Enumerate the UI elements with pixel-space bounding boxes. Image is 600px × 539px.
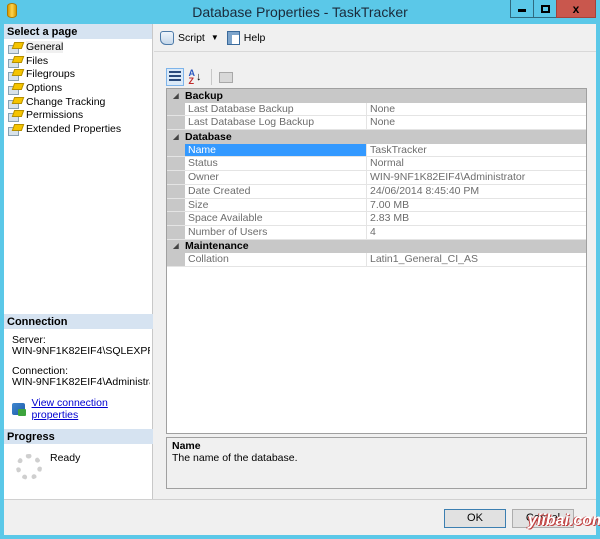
property-row[interactable]: Space Available 2.83 MB <box>167 212 586 226</box>
dialog-client: Select a page General Files Filegroups O… <box>4 24 596 535</box>
toolbar: Script ▼ Help <box>154 24 596 52</box>
categorized-icon <box>169 71 181 83</box>
property-row-selected[interactable]: Name TaskTracker <box>167 143 586 158</box>
script-dropdown-arrow-icon[interactable]: ▼ <box>211 33 219 42</box>
maximize-button[interactable] <box>533 0 557 18</box>
description-text: The name of the database. <box>172 452 298 464</box>
progress-header: Progress <box>4 429 153 444</box>
category-row-database[interactable]: ◢ Database <box>167 130 586 144</box>
property-row[interactable]: Collation Latin1_General_CI_AS <box>167 253 586 267</box>
ok-button[interactable]: OK <box>444 509 506 528</box>
dialog-footer: OK Cancel <box>4 499 596 535</box>
page-icon <box>8 124 21 136</box>
page-item-files[interactable]: Files <box>4 54 152 68</box>
property-row[interactable]: Size 7.00 MB <box>167 198 586 213</box>
sort-alphabetical-icon: AZ <box>188 68 196 86</box>
server-value: WIN-9NF1K82EIF4\SQLEXPRES <box>12 346 150 357</box>
page-item-options[interactable]: Options <box>4 81 152 95</box>
collapse-icon[interactable]: ◢ <box>167 92 185 100</box>
script-icon <box>160 30 174 45</box>
property-row[interactable]: Date Created 24/06/2014 8:45:40 PM <box>167 184 586 199</box>
watermark: yiibai.com <box>528 512 600 529</box>
collapse-icon[interactable]: ◢ <box>167 133 185 141</box>
close-button[interactable]: x <box>556 0 596 18</box>
page-icon <box>8 56 21 68</box>
right-panel: Script ▼ Help A Z ↓ ◢ Backup Last Database … <box>154 24 596 499</box>
property-row[interactable]: Last Database Log Backup None <box>167 116 586 131</box>
help-button[interactable]: Help <box>226 30 265 45</box>
category-row-maintenance[interactable]: ◢ Maintenance <box>167 239 586 254</box>
page-item-extended-properties[interactable]: Extended Properties <box>4 122 152 136</box>
page-icon <box>8 42 21 54</box>
minimize-icon <box>518 9 526 12</box>
property-row[interactable]: Owner WIN-9NF1K82EIF4\Administrator <box>167 171 586 185</box>
connection-label: Connection: <box>12 366 69 377</box>
page-list: General Files Filegroups Options Change … <box>4 39 152 136</box>
view-connection-properties-link[interactable]: View connection properties <box>32 397 153 421</box>
connection-value: WIN-9NF1K82EIF4\Administrator <box>12 377 150 388</box>
categorized-button[interactable] <box>166 68 184 86</box>
collapse-icon[interactable]: ◢ <box>167 242 185 250</box>
progress-section: Progress Ready <box>4 429 153 480</box>
server-label: Server: <box>12 335 46 346</box>
page-icon <box>8 97 21 109</box>
title-bar: Database Properties - TaskTracker x <box>0 0 600 24</box>
connection-section: Connection Server: WIN-9NF1K82EIF4\SQLEX… <box>4 314 153 421</box>
property-pages-icon <box>219 71 233 83</box>
left-panel: Select a page General Files Filegroups O… <box>4 24 153 499</box>
page-item-permissions[interactable]: Permissions <box>4 108 152 123</box>
property-row[interactable]: Number of Users 4 <box>167 225 586 240</box>
alphabetical-button[interactable]: A Z ↓ <box>186 68 204 86</box>
property-pages-button[interactable] <box>217 68 235 86</box>
connection-properties-icon <box>12 403 26 416</box>
script-button[interactable]: Script <box>160 30 205 45</box>
property-grid-toolbar: A Z ↓ <box>166 68 237 86</box>
minimize-button[interactable] <box>510 0 534 18</box>
progress-spinner-icon <box>16 454 42 480</box>
category-row-backup[interactable]: ◢ Backup <box>167 89 586 103</box>
page-item-filegroups[interactable]: Filegroups <box>4 67 152 82</box>
toolbar-separator <box>211 69 212 85</box>
page-icon <box>8 110 21 123</box>
page-item-change-tracking[interactable]: Change Tracking <box>4 95 152 109</box>
progress-status: Ready <box>50 452 81 464</box>
help-icon <box>226 30 240 45</box>
page-item-general[interactable]: General <box>4 40 152 54</box>
maximize-icon <box>540 4 550 13</box>
property-row[interactable]: Last Database Backup None <box>167 102 586 117</box>
description-title: Name <box>172 440 201 452</box>
description-panel: Name The name of the database. <box>166 437 587 489</box>
page-icon <box>8 69 21 82</box>
select-page-header: Select a page <box>4 24 152 39</box>
property-grid: ◢ Backup Last Database Backup None Last Da… <box>166 88 587 434</box>
close-icon: x <box>572 1 580 16</box>
connection-header: Connection <box>4 314 153 329</box>
page-icon <box>8 83 21 95</box>
property-row[interactable]: Status Normal <box>167 157 586 172</box>
